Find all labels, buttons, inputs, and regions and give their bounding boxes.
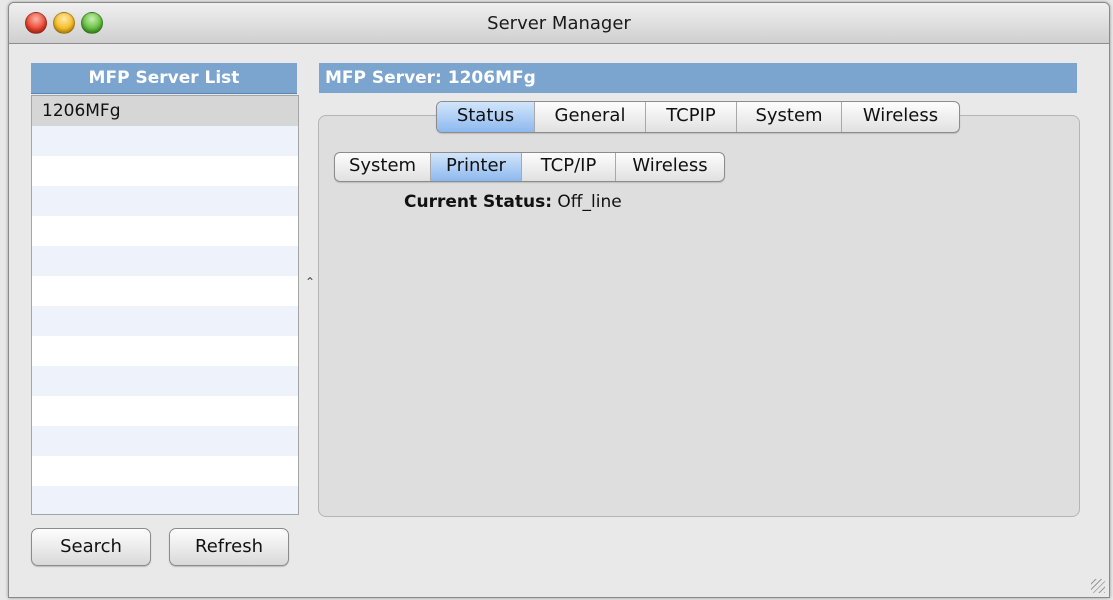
title-bar: Server Manager <box>9 3 1109 44</box>
server-panel-header: MFP Server: 1206MFg <box>319 63 1077 93</box>
list-empty-row <box>32 186 298 216</box>
search-button[interactable]: Search <box>31 528 151 566</box>
list-empty-row <box>32 246 298 276</box>
status-value: Off_line <box>557 192 622 212</box>
list-empty-row <box>32 486 298 514</box>
server-manager-window: Server Manager MFP Server List 1206MFg ⌃… <box>8 2 1110 598</box>
server-list-header: MFP Server List <box>31 63 297 94</box>
list-empty-row <box>32 216 298 246</box>
tab-status[interactable]: Status <box>437 102 535 132</box>
current-status: Current Status: Off_line <box>404 192 622 212</box>
resize-grip[interactable] <box>1091 579 1105 593</box>
window-title: Server Manager <box>487 13 631 34</box>
subtab-system[interactable]: System <box>335 153 431 181</box>
refresh-button[interactable]: Refresh <box>169 528 289 566</box>
server-list[interactable]: 1206MFg <box>31 95 299 515</box>
list-empty-row <box>32 276 298 306</box>
tab-wireless[interactable]: Wireless <box>842 102 959 132</box>
tab-system[interactable]: System <box>737 102 842 132</box>
list-empty-row <box>32 156 298 186</box>
list-empty-row <box>32 396 298 426</box>
subtab-tcp-ip[interactable]: TCP/IP <box>522 153 616 181</box>
status-subtab-bar: System Printer TCP/IP Wireless <box>334 152 725 182</box>
main-tab-bar: Status General TCPIP System Wireless <box>436 101 960 133</box>
list-empty-row <box>32 456 298 486</box>
server-list-item[interactable]: 1206MFg <box>32 96 298 126</box>
list-empty-row <box>32 336 298 366</box>
subtab-printer[interactable]: Printer <box>431 153 522 181</box>
tab-tcpip[interactable]: TCPIP <box>646 102 737 132</box>
list-empty-row <box>32 306 298 336</box>
list-empty-row <box>32 426 298 456</box>
list-empty-row <box>32 366 298 396</box>
subtab-wireless[interactable]: Wireless <box>616 153 724 181</box>
tab-general[interactable]: General <box>535 102 646 132</box>
list-empty-row <box>32 126 298 156</box>
status-label: Current Status: <box>404 192 553 212</box>
split-view-handle[interactable]: ⌃ <box>305 275 315 289</box>
